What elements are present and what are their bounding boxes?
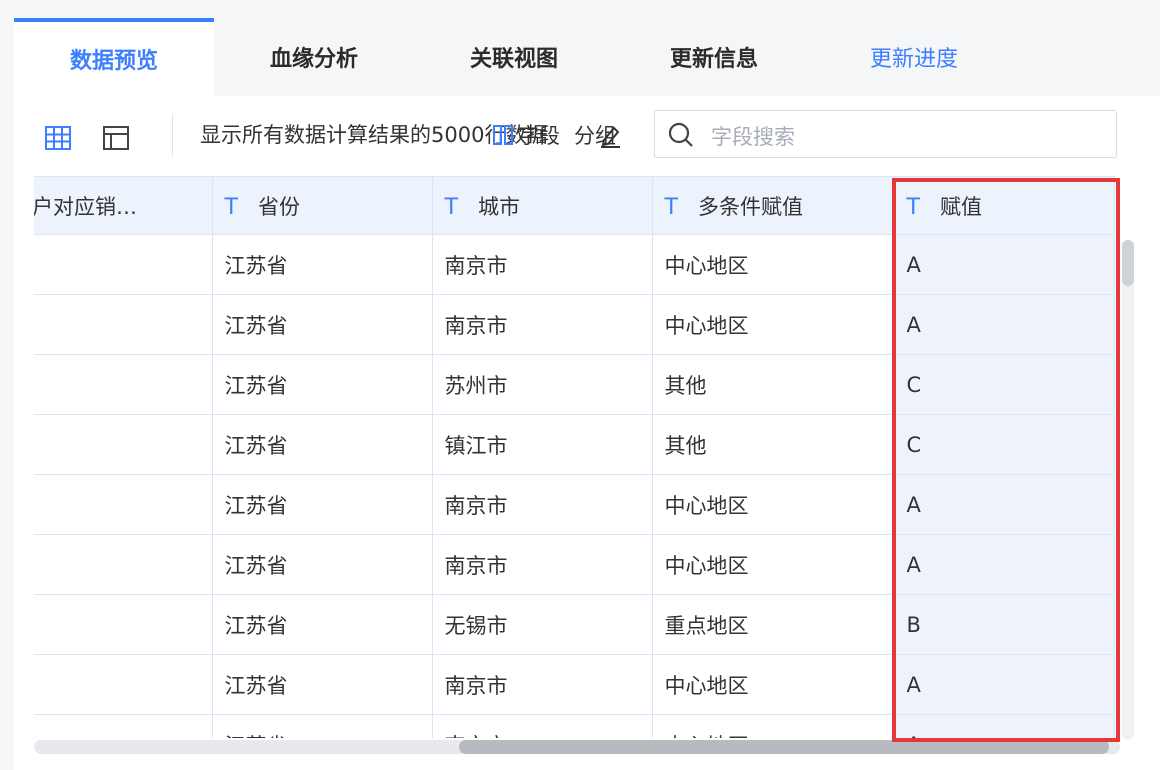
table-cell[interactable]: 南京市	[431, 474, 653, 535]
table-cell[interactable]: 南京市	[431, 234, 653, 295]
table-cell[interactable]: 江苏省	[211, 354, 433, 415]
table-cell[interactable]: 中心地区	[651, 534, 895, 595]
table-cell[interactable]: 江苏省	[211, 594, 433, 655]
field-icon	[492, 123, 514, 147]
tab-update-info[interactable]: 更新信息	[614, 18, 814, 96]
table-cell[interactable]	[34, 654, 213, 715]
table-cell[interactable]	[34, 414, 213, 475]
tab-update-progress[interactable]: 更新进度	[814, 18, 1014, 96]
tab-data-preview[interactable]: 数据预览	[14, 18, 214, 96]
search-icon	[667, 121, 695, 149]
table-cell[interactable]: 镇江市	[431, 414, 653, 475]
table-cell[interactable]	[34, 594, 213, 655]
table-cell[interactable]: 南京市	[431, 714, 653, 738]
text-type-icon: T	[444, 194, 458, 220]
table-cell[interactable]: 江苏省	[211, 654, 433, 715]
horizontal-scrollbar-thumb[interactable]	[459, 740, 1109, 754]
table-cell[interactable]: 其他	[651, 414, 895, 475]
table-cell[interactable]: 中心地区	[651, 234, 895, 295]
group-toggle[interactable]: 分组	[574, 118, 622, 152]
grid-view-icon[interactable]	[44, 124, 72, 152]
table-cell[interactable]: 其他	[651, 354, 895, 415]
column-header-label: 户对应销…	[34, 194, 137, 219]
table-cell[interactable]: 无锡市	[431, 594, 653, 655]
table-cell[interactable]: 南京市	[431, 534, 653, 595]
text-type-icon: T	[224, 194, 238, 220]
field-toggle-label: 字段	[518, 124, 560, 148]
table-cell[interactable]: 中心地区	[651, 474, 895, 535]
vertical-scrollbar-thumb[interactable]	[1122, 240, 1134, 286]
table-cell[interactable]: 江苏省	[211, 534, 433, 595]
table-cell[interactable]	[34, 294, 213, 355]
group-edit-icon	[598, 122, 622, 148]
table-cell[interactable]: 中心地区	[651, 654, 895, 715]
table-cell[interactable]: 南京市	[431, 654, 653, 715]
tab-bar: 数据预览 血缘分析 关联视图 更新信息 更新进度	[14, 18, 1160, 96]
tab-related-view[interactable]: 关联视图	[414, 18, 614, 96]
search-placeholder: 字段搜索	[711, 125, 795, 149]
table-cell[interactable]: 重点地区	[651, 594, 895, 655]
column-header-label: 省份	[257, 194, 300, 219]
table-cell[interactable]: 江苏省	[211, 474, 433, 535]
layout-view-icon[interactable]	[102, 124, 130, 152]
table-cell[interactable]: 江苏省	[211, 294, 433, 355]
table-cell[interactable]: 江苏省	[211, 714, 433, 738]
table-cell[interactable]	[34, 474, 213, 535]
field-search-input[interactable]: 字段搜索	[654, 110, 1117, 158]
toolbar: 显示所有数据计算结果的5000行数据 字段 分组 字段搜索	[14, 96, 1160, 176]
data-preview-panel: 数据预览 血缘分析 关联视图 更新信息 更新进度 显示所有数据计算结果的5000…	[14, 18, 1160, 770]
highlight-box	[892, 178, 1120, 742]
column-header-label: 多条件赋值	[697, 194, 803, 219]
table-cell[interactable]: 南京市	[431, 294, 653, 355]
vertical-scrollbar[interactable]	[1122, 240, 1134, 740]
column-header[interactable]: T 城市	[431, 176, 653, 235]
table-cell[interactable]	[34, 234, 213, 295]
table-cell[interactable]	[34, 534, 213, 595]
horizontal-scrollbar[interactable]	[34, 740, 1120, 754]
table-cell[interactable]	[34, 714, 213, 738]
column-header-label: 城市	[477, 194, 520, 219]
table-cell[interactable]: 苏州市	[431, 354, 653, 415]
column-header[interactable]: 户对应销…	[34, 176, 213, 235]
table-cell[interactable]: 江苏省	[211, 234, 433, 295]
text-type-icon: T	[664, 194, 678, 220]
field-toggle[interactable]: 字段	[492, 118, 560, 152]
table-cell[interactable]: 中心地区	[651, 294, 895, 355]
table-cell[interactable]	[34, 354, 213, 415]
table-cell[interactable]: 中心地区	[651, 714, 895, 738]
tab-lineage-analysis[interactable]: 血缘分析	[214, 18, 414, 96]
column-header[interactable]: T 多条件赋值	[651, 176, 895, 235]
table-cell[interactable]: 江苏省	[211, 414, 433, 475]
column-header[interactable]: T 省份	[211, 176, 433, 235]
toolbar-divider	[172, 114, 173, 156]
